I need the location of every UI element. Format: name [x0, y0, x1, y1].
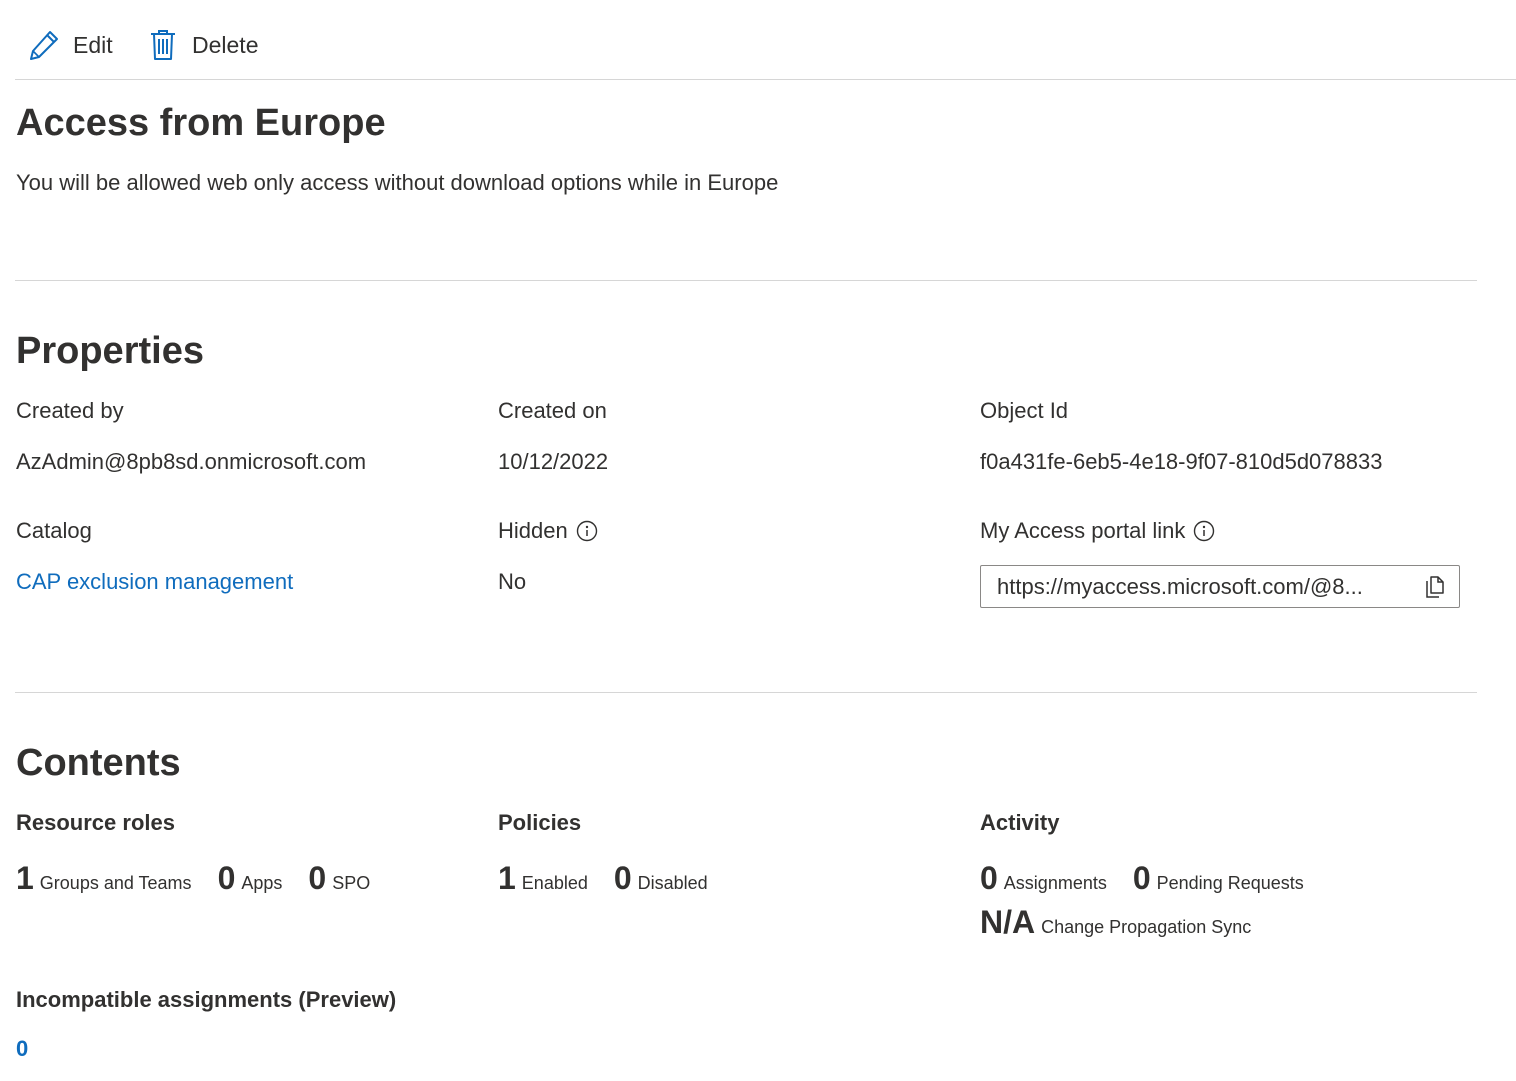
edit-button[interactable]: Edit	[28, 26, 113, 64]
info-icon[interactable]	[576, 520, 598, 542]
spo-label: SPO	[332, 873, 371, 893]
contents-heading: Contents	[16, 742, 181, 784]
catalog-link[interactable]: CAP exclusion management	[16, 569, 293, 595]
pending-count: 0	[1132, 860, 1151, 896]
spo-count: 0	[308, 860, 327, 896]
assignments-label: Assignments	[1003, 873, 1107, 893]
enabled-label: Enabled	[521, 873, 588, 893]
disabled-label: Disabled	[637, 873, 708, 893]
enabled-count: 1	[498, 860, 516, 896]
trash-icon	[147, 28, 179, 62]
page-title: Access from Europe	[16, 102, 386, 144]
command-bar: Edit Delete	[15, 0, 1516, 80]
activity-title: Activity	[980, 810, 1060, 835]
hidden-label: Hidden	[498, 518, 568, 543]
policies-title: Policies	[498, 810, 582, 835]
created-by-label: Created by	[16, 398, 124, 423]
created-by-value: AzAdmin@8pb8sd.onmicrosoft.com	[16, 449, 367, 474]
incompatible-count-link[interactable]: 0	[16, 1036, 28, 1062]
catalog-label: Catalog	[16, 518, 92, 543]
edit-label: Edit	[73, 31, 113, 58]
pencil-icon	[28, 28, 60, 62]
portal-link-field[interactable]: https://myaccess.microsoft.com/@8...	[980, 565, 1460, 608]
activity-stats: 0 Assignments 0 Pending Requests	[980, 860, 1304, 897]
disabled-count: 0	[613, 860, 632, 896]
page: Edit Delete Access from Europe You will …	[0, 0, 1516, 1081]
object-id-label: Object Id	[980, 398, 1069, 423]
info-icon[interactable]	[1193, 520, 1215, 542]
portal-link-value[interactable]: https://myaccess.microsoft.com/@8...	[981, 574, 1411, 600]
portal-link-label-row: My Access portal link	[980, 518, 1215, 544]
sync-label: Change Propagation Sync	[1041, 917, 1252, 937]
policies-stats: 1 Enabled 0 Disabled	[498, 860, 708, 897]
incompatible-title: Incompatible assignments (Preview)	[16, 987, 397, 1012]
groups-label: Groups and Teams	[39, 873, 192, 893]
object-id-value: f0a431fe-6eb5-4e18-9f07-810d5d078833	[980, 449, 1383, 474]
pending-label: Pending Requests	[1156, 873, 1304, 893]
portal-link-label: My Access portal link	[980, 518, 1186, 543]
apps-count: 0	[217, 860, 236, 896]
resource-roles-stats: 1 Groups and Teams 0 Apps 0 SPO	[16, 860, 370, 897]
sync-stats: N/A Change Propagation Sync	[980, 904, 1251, 941]
assignments-count: 0	[980, 860, 998, 896]
hidden-value: No	[498, 569, 527, 594]
delete-button[interactable]: Delete	[147, 26, 258, 64]
properties-heading: Properties	[16, 330, 204, 372]
copy-icon[interactable]	[1411, 566, 1459, 607]
groups-count: 1	[16, 860, 34, 896]
section-divider	[15, 692, 1477, 693]
sync-value: N/A	[980, 904, 1036, 940]
created-on-label: Created on	[498, 398, 607, 423]
section-divider	[15, 280, 1477, 281]
hidden-label-row: Hidden	[498, 518, 598, 544]
page-description: You will be allowed web only access with…	[16, 170, 779, 195]
incompatible-stats: 0	[16, 1036, 28, 1062]
resource-roles-title: Resource roles	[16, 810, 175, 835]
apps-label: Apps	[241, 873, 283, 893]
delete-label: Delete	[192, 31, 259, 58]
created-on-value: 10/12/2022	[498, 449, 609, 474]
